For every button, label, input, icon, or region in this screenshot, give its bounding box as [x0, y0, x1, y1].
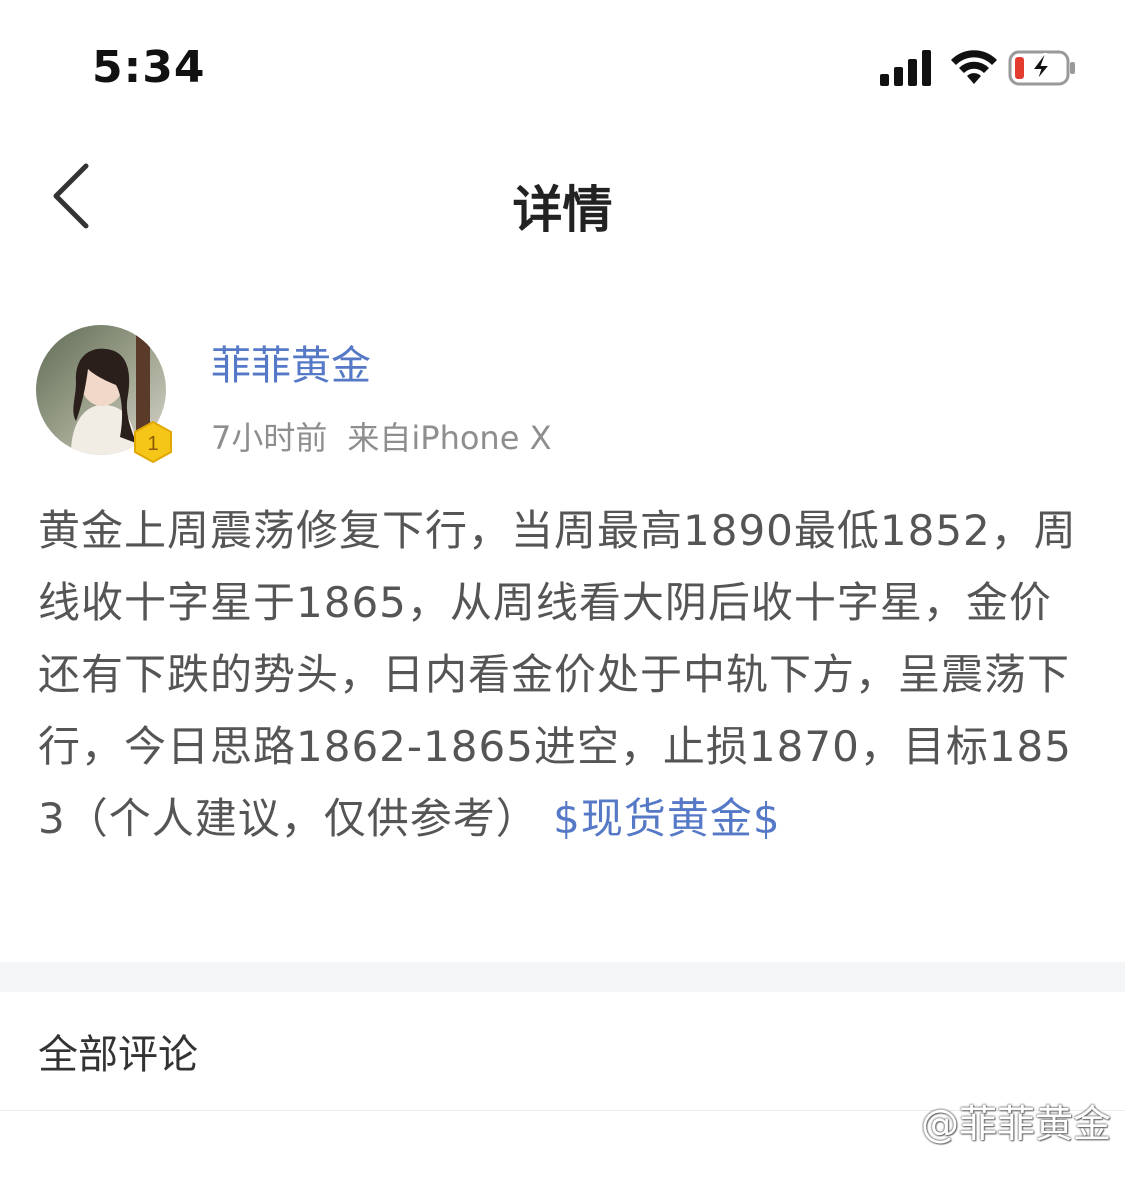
section-divider [0, 962, 1125, 992]
battery-charging-icon [1008, 50, 1075, 86]
nav-bar: 详情 [0, 140, 1125, 260]
status-icons [880, 48, 1080, 88]
signal-icon [880, 50, 931, 86]
status-bar: 5:34 [0, 0, 1125, 130]
topic-link[interactable]: $现货黄金$ [553, 794, 780, 843]
status-time: 5:34 [92, 42, 206, 93]
level-badge-icon: 1 [134, 420, 172, 464]
author-name[interactable]: 菲菲黄金 [211, 333, 371, 391]
watermark: @菲菲黄金 [920, 1102, 1111, 1146]
comments-header: 全部评论 [38, 1032, 198, 1078]
post-body: 黄金上周震荡修复下行，当周最高1890最低1852，周线收十字星于1865，从周… [38, 495, 1088, 855]
post-time: 7小时前 [211, 419, 328, 457]
page-title: 详情 [512, 181, 613, 239]
post-source: 来自iPhone X [347, 419, 552, 457]
post-author: 1 菲菲黄金 7小时前 来自iPhone X [36, 325, 1086, 465]
level-badge-text: 1 [147, 433, 158, 455]
post-meta: 7小时前 来自iPhone X [211, 413, 552, 459]
post-text: 黄金上周震荡修复下行，当周最高1890最低1852，周线收十字星于1865，从周… [38, 506, 1077, 843]
wifi-icon [951, 50, 997, 84]
